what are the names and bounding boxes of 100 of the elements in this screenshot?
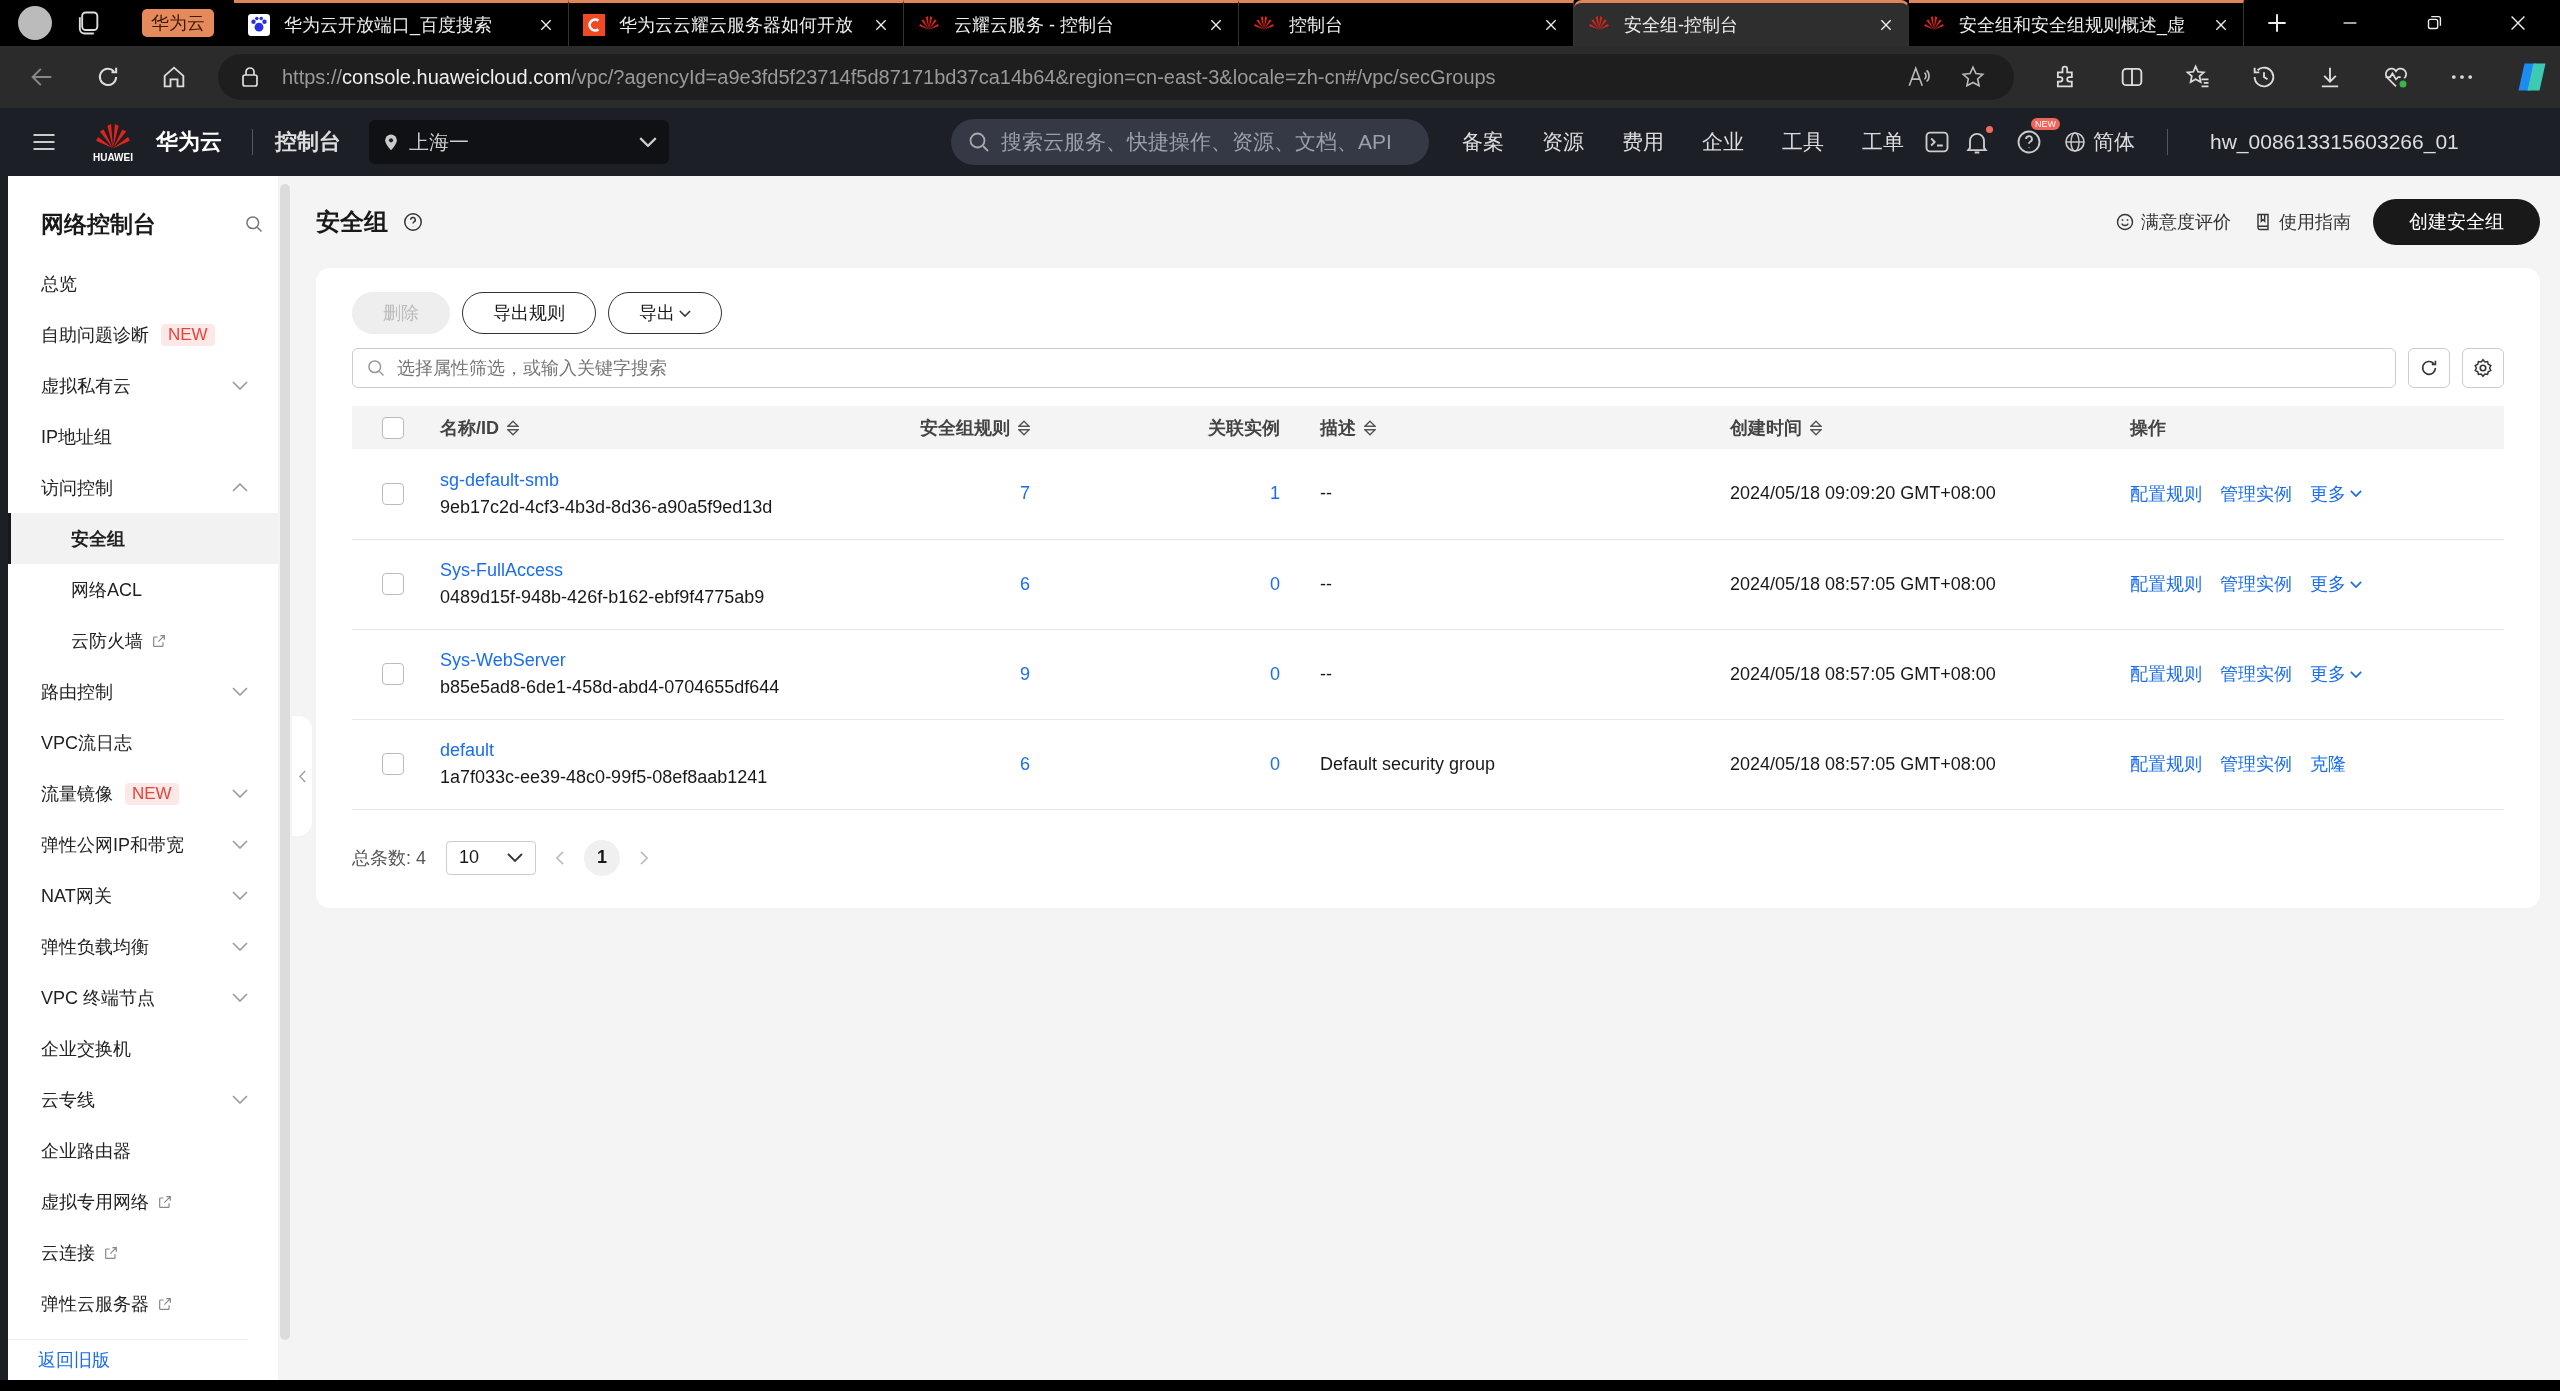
row-checkbox[interactable] — [382, 663, 404, 686]
instance-count-link[interactable]: 1 — [1270, 483, 1280, 504]
sidebar-item[interactable]: 虚拟私有云 — [8, 360, 278, 411]
search-icon — [967, 130, 991, 154]
profile-avatar[interactable] — [18, 6, 52, 40]
chevron-down-icon — [639, 137, 657, 147]
sidebar-item[interactable]: NAT网关 — [8, 870, 278, 921]
help-icon[interactable] — [2015, 128, 2043, 156]
menu-label: 弹性云服务器 — [41, 1292, 149, 1316]
sidebar-subitem[interactable]: 云防火墙 — [8, 615, 278, 666]
sidebar-item[interactable]: 路由控制 — [8, 666, 278, 717]
caret-icon — [2350, 670, 2362, 678]
sidebar-item[interactable]: IP地址组 — [8, 411, 278, 462]
star-icon[interactable] — [1960, 64, 1986, 90]
region-select[interactable]: 上海一 — [369, 120, 669, 164]
nav-link[interactable]: 工单 — [1862, 128, 1904, 156]
sidebar-item[interactable]: 虚拟专用网络 — [8, 1176, 278, 1227]
column-header[interactable]: 名称/ID — [440, 415, 519, 440]
column-header[interactable]: 操作 — [2130, 415, 2166, 440]
sidebar-item[interactable]: 访问控制 — [8, 462, 278, 513]
menu-label: VPC流日志 — [41, 731, 132, 755]
sidebar-item[interactable]: 云连接 — [8, 1227, 278, 1278]
security-group-name-link[interactable]: Sys-WebServer — [440, 650, 566, 670]
select-all-checkbox[interactable] — [382, 416, 404, 439]
search-icon[interactable] — [244, 214, 264, 234]
nav-link[interactable]: 资源 — [1542, 128, 1584, 156]
more-dropdown-link[interactable]: 更多 — [2310, 662, 2362, 686]
language-link[interactable]: 简体 — [2093, 128, 2135, 156]
rule-count-link[interactable]: 7 — [1020, 483, 1030, 504]
action-link[interactable]: 克隆 — [2310, 752, 2346, 776]
sidebar-item[interactable]: VPC 终端节点 — [8, 972, 278, 1023]
user-name[interactable]: hw_008613315603266_01 — [2210, 130, 2459, 154]
create-security-group-button[interactable]: 创建安全组 — [2373, 199, 2540, 245]
sidebar-item[interactable]: 流量镜像 NEW — [8, 768, 278, 819]
rule-count-link[interactable]: 6 — [1020, 573, 1030, 594]
globe-icon[interactable] — [2063, 130, 2087, 154]
security-group-name-link[interactable]: default — [440, 740, 495, 760]
scrollbar[interactable] — [280, 184, 290, 1340]
action-link[interactable]: 管理实例 — [2220, 572, 2292, 596]
tab-group-label[interactable]: 华为云 — [142, 9, 214, 37]
column-header[interactable]: 描述 — [1320, 415, 1376, 440]
sidebar-item[interactable]: 企业路由器 — [8, 1125, 278, 1176]
column-header[interactable]: 安全组规则 — [920, 415, 1030, 440]
console-title[interactable]: 控制台 — [275, 127, 341, 157]
chevron-left-icon — [298, 769, 306, 783]
toolbar-button[interactable]: 导出规则 — [462, 292, 596, 334]
action-link[interactable]: 管理实例 — [2220, 752, 2292, 776]
created-time-text: 2024/05/18 08:57:05 GMT+08:00 — [1730, 753, 1996, 774]
sidebar-item[interactable]: 总览 — [8, 258, 278, 309]
settings-button[interactable] — [2462, 348, 2504, 388]
action-link[interactable]: 配置规则 — [2130, 752, 2202, 776]
rule-count-link[interactable]: 9 — [1020, 663, 1030, 684]
action-link[interactable]: 配置规则 — [2130, 481, 2202, 506]
action-link[interactable]: 管理实例 — [2220, 662, 2292, 686]
nav-link[interactable]: 工具 — [1782, 128, 1824, 156]
row-checkbox[interactable] — [382, 573, 404, 596]
action-link[interactable]: 配置规则 — [2130, 572, 2202, 596]
sidebar-subitem[interactable]: 网络ACL — [8, 564, 278, 615]
filter-search-field[interactable]: 选择属性筛选，或输入关键字搜索 — [352, 348, 2396, 388]
toolbar-button[interactable]: 导出 — [608, 292, 722, 334]
sidebar-item[interactable]: 云专线 — [8, 1074, 278, 1125]
action-link[interactable]: 管理实例 — [2220, 481, 2292, 506]
instance-count-link[interactable]: 0 — [1270, 663, 1280, 684]
back-to-old-version-link[interactable]: 返回旧版 — [38, 1348, 110, 1372]
instance-count-link[interactable]: 0 — [1270, 573, 1280, 594]
security-group-id: 1a7f033c-ee39-48c0-99f5-08ef8aab1241 — [440, 767, 769, 788]
help-icon[interactable] — [402, 211, 424, 233]
column-header[interactable]: 关联实例 — [1208, 415, 1280, 440]
address-field[interactable]: https://console.huaweicloud.com/vpc/?agencyId=a9e3fd5f23714f5d87171bd37ca14b64&region=cn-east-3&locale=zh-cn#/vpc/secGroups — [218, 54, 2014, 100]
menu-label: 弹性公网IP和带宽 — [41, 833, 184, 857]
sidebar-item[interactable]: VPC流日志 — [8, 717, 278, 768]
page-size-select[interactable]: 10 — [446, 840, 536, 875]
more-dropdown-link[interactable]: 更多 — [2310, 572, 2362, 596]
column-header[interactable]: 创建时间 — [1730, 415, 1822, 440]
browser-tab[interactable]: 安全组-控制台 — [1574, 0, 1909, 46]
search-field[interactable]: 搜索云服务、快捷操作、资源、文档、API — [951, 119, 1429, 165]
instance-count-link[interactable]: 0 — [1270, 753, 1280, 774]
nav-link[interactable]: 费用 — [1622, 128, 1664, 156]
sort-icon — [1810, 419, 1822, 436]
header-link[interactable]: 使用指南 — [2253, 210, 2351, 234]
sidebar-subitem[interactable]: 安全组 — [8, 513, 278, 564]
page-number[interactable]: 1 — [584, 839, 620, 876]
action-link[interactable]: 配置规则 — [2130, 662, 2202, 686]
row-checkbox[interactable] — [382, 753, 404, 776]
rule-count-link[interactable]: 6 — [1020, 753, 1030, 774]
sidebar-item[interactable]: 企业交换机 — [8, 1023, 278, 1074]
security-group-name-link[interactable]: Sys-FullAccess — [440, 560, 564, 580]
nav-link[interactable]: 企业 — [1702, 128, 1744, 156]
row-checkbox[interactable] — [382, 482, 404, 505]
nav-link[interactable]: 备案 — [1462, 128, 1504, 156]
sidebar-item[interactable]: 自助问题诊断 NEW — [8, 309, 278, 360]
sidebar-item[interactable]: 弹性负载均衡 — [8, 921, 278, 972]
more-dropdown-link[interactable]: 更多 — [2310, 481, 2362, 506]
sidebar-item[interactable]: 弹性云服务器 — [8, 1278, 278, 1329]
refresh-button[interactable] — [2408, 348, 2450, 388]
header-link[interactable]: 满意度评价 — [2115, 210, 2231, 234]
collapse-handle[interactable] — [292, 716, 312, 836]
sidebar-item[interactable]: 弹性公网IP和带宽 — [8, 819, 278, 870]
brand-name[interactable]: 华为云 — [156, 127, 222, 157]
security-group-name-link[interactable]: sg-default-smb — [440, 469, 560, 490]
